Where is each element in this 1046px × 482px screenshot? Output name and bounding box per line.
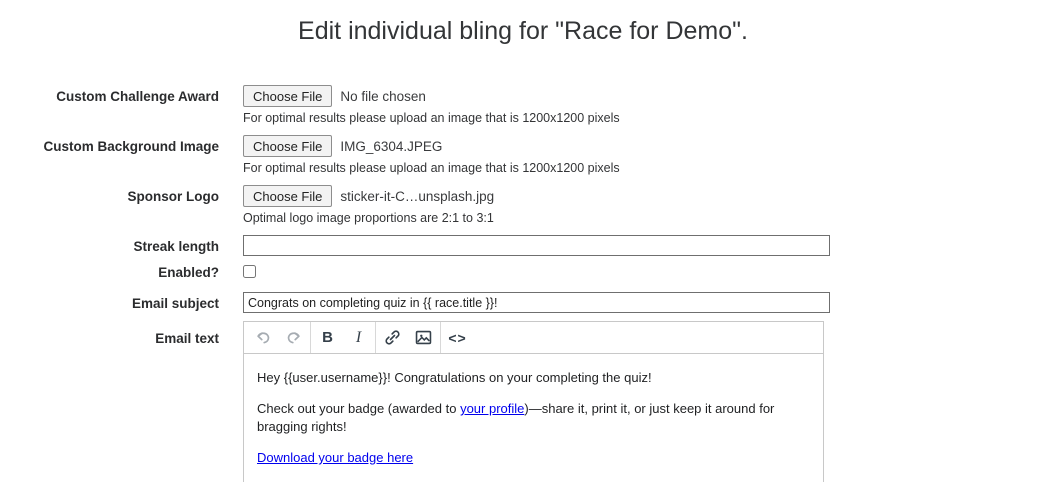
email-subject-input[interactable]	[243, 292, 830, 313]
row-email-subject: Email subject	[0, 292, 1046, 313]
image-icon	[415, 330, 432, 345]
email-paragraph: Hey {{user.username}}! Congratulations o…	[257, 369, 810, 387]
row-streak-length: Streak length	[0, 235, 1046, 256]
email-text-line: Hey {{user.username}}! Congratulations o…	[257, 370, 652, 385]
link-icon	[385, 330, 400, 345]
insert-link-button[interactable]	[377, 322, 408, 353]
editor-toolbar: B I <>	[244, 322, 823, 354]
row-custom-challenge-award: Custom Challenge Award Choose File No fi…	[0, 85, 1046, 125]
email-paragraph: Download your badge here	[257, 449, 810, 467]
custom-background-image-file-name: IMG_6304.JPEG	[340, 138, 443, 154]
email-paragraph: Check out your badge (awarded to your pr…	[257, 400, 810, 436]
sponsor-logo-choose-file-button[interactable]: Choose File	[243, 185, 333, 207]
your-profile-link[interactable]: your profile	[460, 401, 524, 416]
row-sponsor-logo: Sponsor Logo Choose File sticker-it-C…un…	[0, 185, 1046, 225]
redo-button[interactable]	[278, 322, 309, 353]
sponsor-logo-helper-text: Optimal logo image proportions are 2:1 t…	[243, 211, 494, 225]
enabled-label: Enabled?	[158, 265, 219, 280]
bold-button[interactable]: B	[312, 322, 343, 353]
redo-icon	[287, 332, 300, 344]
custom-background-image-label: Custom Background Image	[43, 139, 219, 154]
sponsor-logo-file-name: sticker-it-C…unsplash.jpg	[340, 188, 495, 204]
toolbar-separator	[310, 322, 311, 353]
custom-challenge-award-label: Custom Challenge Award	[56, 89, 219, 104]
page-title: Edit individual bling for "Race for Demo…	[298, 17, 748, 45]
row-enabled: Enabled?	[0, 264, 1046, 283]
download-badge-link[interactable]: Download your badge here	[257, 450, 413, 465]
email-text-line: Check out your badge (awarded to	[257, 401, 461, 416]
toolbar-separator	[440, 322, 441, 353]
custom-challenge-award-choose-file-button[interactable]: Choose File	[243, 85, 333, 107]
streak-length-label: Streak length	[133, 239, 219, 254]
insert-image-button[interactable]	[408, 322, 439, 353]
italic-button[interactable]: I	[343, 322, 374, 353]
toolbar-separator	[375, 322, 376, 353]
custom-challenge-award-file-name: No file chosen	[340, 88, 426, 104]
undo-button[interactable]	[247, 322, 278, 353]
streak-length-input[interactable]	[243, 235, 830, 256]
italic-icon: I	[355, 328, 362, 346]
sponsor-logo-label: Sponsor Logo	[127, 189, 220, 204]
row-custom-background-image: Custom Background Image Choose File IMG_…	[0, 135, 1046, 175]
custom-background-image-helper-text: For optimal results please upload an ima…	[243, 161, 620, 175]
enabled-checkbox[interactable]	[243, 265, 256, 278]
email-text-editor: B I <> Hey {{user.username}}! Congratula…	[243, 321, 824, 482]
email-subject-label: Email subject	[131, 296, 219, 311]
custom-challenge-award-helper-text: For optimal results please upload an ima…	[243, 111, 620, 125]
custom-background-image-choose-file-button[interactable]: Choose File	[243, 135, 333, 157]
source-code-button[interactable]: <>	[442, 322, 473, 353]
code-icon: <>	[448, 329, 467, 346]
undo-icon	[256, 332, 269, 344]
email-text-label: Email text	[155, 331, 219, 346]
email-text-content-area[interactable]: Hey {{user.username}}! Congratulations o…	[244, 354, 823, 482]
edit-bling-page: Edit individual bling for "Race for Demo…	[0, 0, 1046, 482]
row-email-text: Email text B I <> Hey {{user.username}}!…	[0, 321, 1046, 482]
bold-icon: B	[322, 329, 333, 346]
bling-form: Custom Challenge Award Choose File No fi…	[0, 85, 1046, 482]
